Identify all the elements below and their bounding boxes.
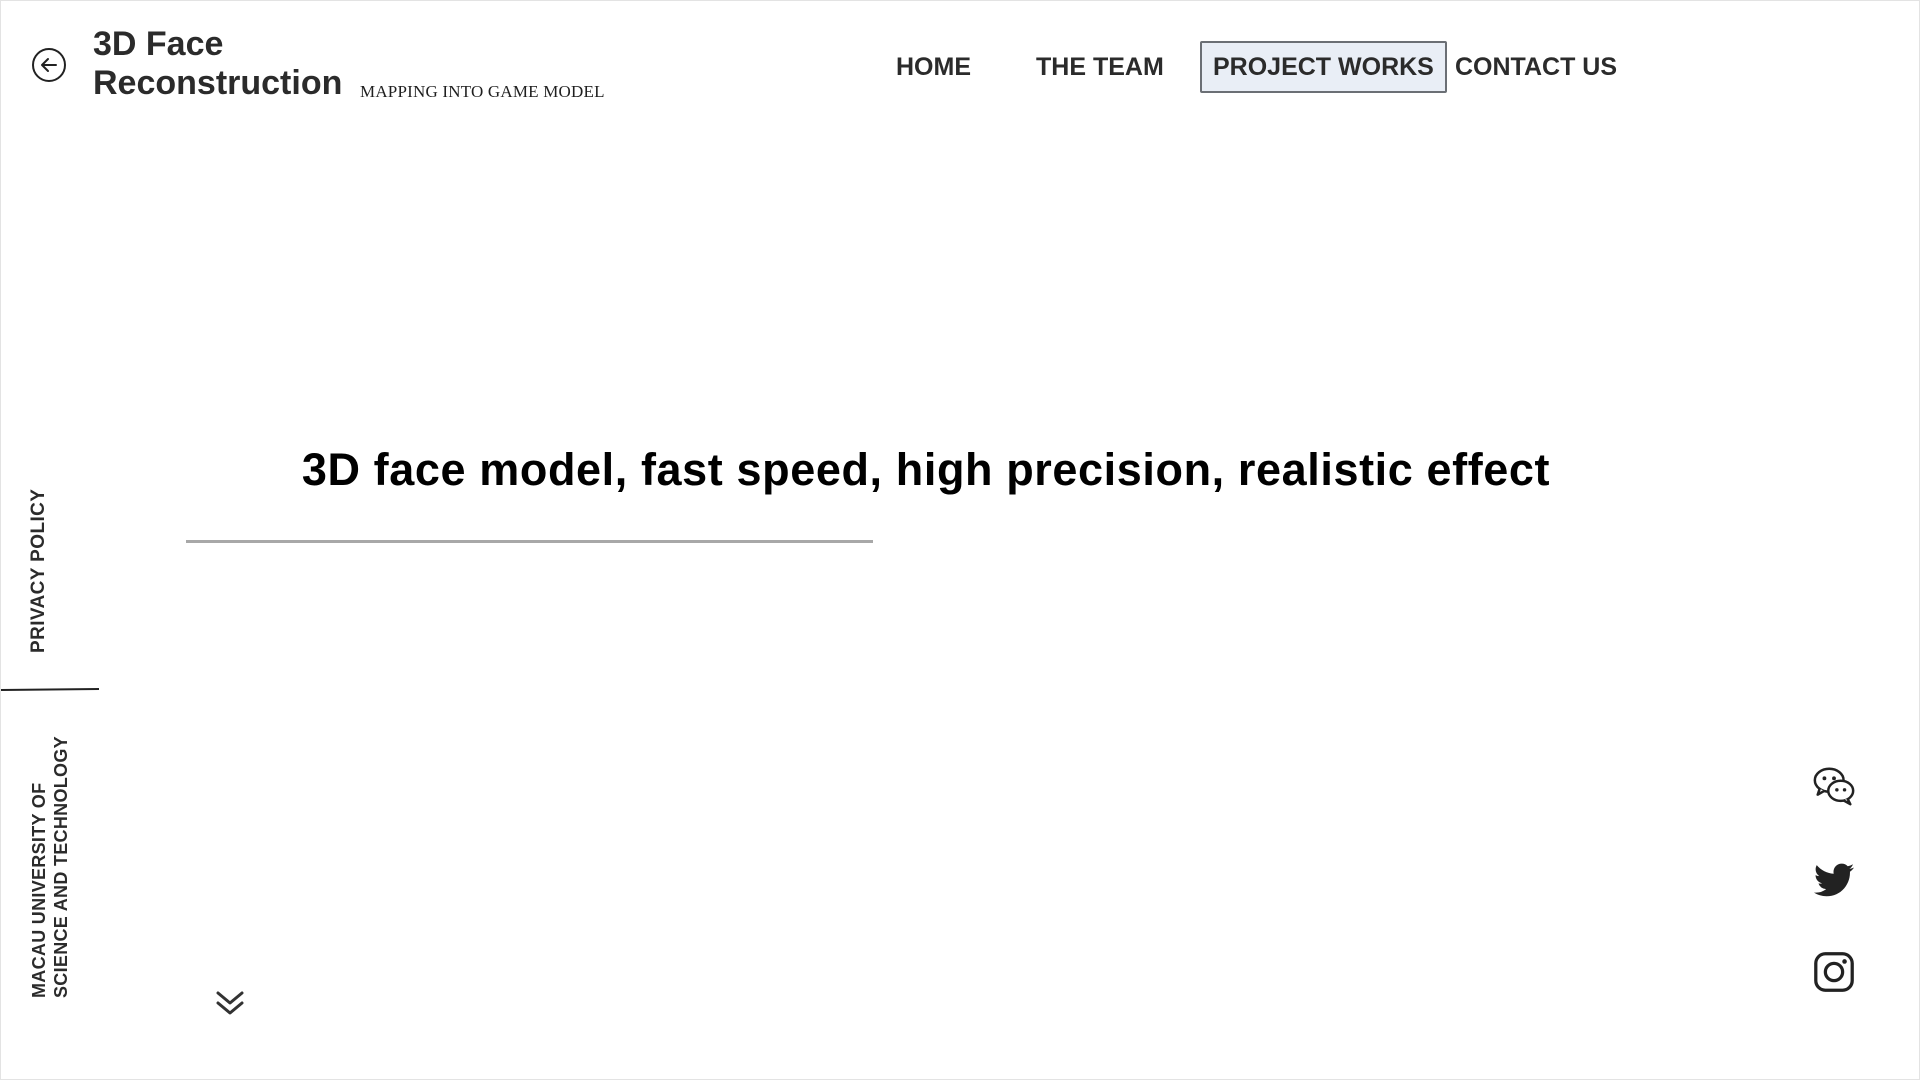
nav-project-works[interactable]: PROJECT WORKS: [1200, 41, 1447, 93]
site-subtitle: MAPPING INTO GAME MODEL: [360, 82, 605, 101]
wechat-icon[interactable]: [1811, 763, 1857, 809]
back-arrow-icon[interactable]: [31, 47, 67, 83]
nav-home[interactable]: HOME: [896, 41, 971, 93]
site-title[interactable]: 3D Face Reconstruction: [93, 25, 342, 103]
university-line-2: SCIENCE AND TECHNOLOGY: [51, 736, 71, 998]
nav-the-team[interactable]: THE TEAM: [1036, 41, 1164, 93]
university-name: MACAU UNIVERSITY OF SCIENCE AND TECHNOLO…: [28, 736, 72, 998]
site-title-line-2: Reconstruction: [93, 64, 343, 102]
hero-title: 3D face model, fast speed, high precisio…: [301, 444, 1551, 495]
double-chevron-down-icon[interactable]: [214, 987, 246, 1019]
site-title-line-1: 3D Face: [93, 25, 224, 63]
hero-divider: [186, 540, 873, 543]
page: 3D Face Reconstruction MAPPING INTO GAME…: [0, 0, 1920, 1080]
privacy-policy-link[interactable]: PRIVACY POLICY: [28, 489, 50, 653]
nav-contact-us[interactable]: CONTACT US: [1455, 41, 1617, 93]
university-line-1: MACAU UNIVERSITY OF: [29, 782, 49, 998]
sidebar-divider: [0, 687, 100, 691]
twitter-icon[interactable]: [1811, 856, 1857, 902]
instagram-icon[interactable]: [1811, 949, 1857, 995]
